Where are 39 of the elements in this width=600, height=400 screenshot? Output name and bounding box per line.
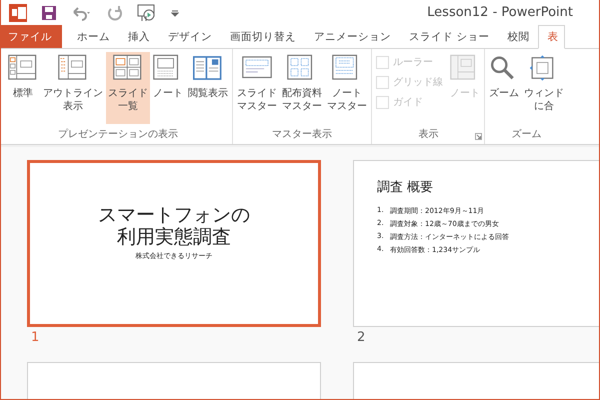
slide-number: 1 <box>30 329 40 347</box>
save-icon[interactable] <box>41 4 57 20</box>
outline-view-icon <box>58 54 88 82</box>
group-label: ズーム <box>512 128 542 142</box>
book-icon <box>193 54 223 82</box>
group-label: マスター表示 <box>272 128 332 142</box>
slide-number: 2 <box>356 329 366 347</box>
ribbon-tab[interactable]: スライド ショー <box>400 25 498 48</box>
app-icon[interactable] <box>9 4 27 22</box>
ribbon-button[interactable]: アウトライン 表示 <box>41 52 105 124</box>
ribbon-button[interactable]: ノート マスター <box>325 52 369 124</box>
ribbon-button[interactable]: 標準 <box>6 52 40 124</box>
ribbon-button[interactable]: 閲覧表示 <box>186 52 230 124</box>
ribbon-tab[interactable]: 表 <box>538 25 566 49</box>
slide-title: 調査 概要 <box>377 179 434 196</box>
normal-view-icon <box>8 54 38 82</box>
group-label: プレゼンテーションの表示 <box>58 128 178 142</box>
ribbon-tab[interactable]: ホーム <box>68 25 119 48</box>
file-tab[interactable]: ファイル <box>1 25 62 48</box>
ribbon-button[interactable]: スライド 一覧 <box>106 52 150 124</box>
ribbon-tab[interactable]: アニメーション <box>305 25 400 48</box>
ribbon-button[interactable]: ウィンド に合 <box>522 52 566 124</box>
ribbon-button[interactable]: 配布資料 マスター <box>280 52 324 124</box>
ribbon-tab[interactable]: 校閲 <box>498 25 538 48</box>
group-label: 表示 <box>418 128 438 142</box>
dropdown-icon[interactable] <box>171 8 179 16</box>
undo-icon[interactable] <box>71 4 93 20</box>
dialog-launcher-icon[interactable] <box>475 133 482 140</box>
slide-sorter-icon <box>113 54 143 82</box>
slideshow-icon[interactable] <box>137 4 157 22</box>
ribbon-tab[interactable]: 挿入 <box>119 25 159 48</box>
ribbon-tab[interactable]: 画面切り替え <box>221 25 305 48</box>
redo-icon[interactable] <box>107 4 123 20</box>
ribbon-button[interactable]: ノート <box>151 52 185 124</box>
slide-title: スマートフォンの 利用実態調査 <box>98 204 250 248</box>
window-title: Lesson12 - PowerPoint <box>427 5 573 20</box>
ribbon-tab[interactable]: デザイン <box>159 25 221 48</box>
ribbon-button[interactable]: スライド マスター <box>235 52 279 124</box>
ribbon-button[interactable]: ズーム <box>487 52 521 124</box>
